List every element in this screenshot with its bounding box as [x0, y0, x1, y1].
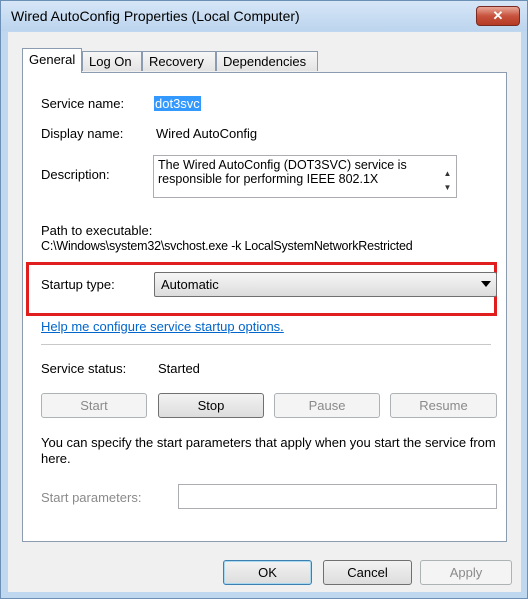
tab-recovery[interactable]: Recovery	[142, 51, 216, 71]
service-name-label: Service name:	[41, 96, 125, 111]
window-title: Wired AutoConfig Properties (Local Compu…	[11, 8, 300, 24]
properties-window: Wired AutoConfig Properties (Local Compu…	[0, 0, 528, 599]
description-field[interactable]: The Wired AutoConfig (DOT3SVC) service i…	[153, 155, 457, 198]
help-startup-link[interactable]: Help me configure service startup option…	[41, 319, 284, 334]
display-name-label: Display name:	[41, 126, 124, 141]
close-icon: ✕	[492, 8, 504, 23]
path-value: C:\Windows\system32\svchost.exe -k Local…	[41, 239, 413, 253]
service-status-label: Service status:	[41, 361, 127, 376]
resume-button[interactable]: Resume	[390, 393, 497, 418]
startup-type-value: Automatic	[161, 277, 219, 292]
title-bar[interactable]: Wired AutoConfig Properties (Local Compu…	[1, 1, 527, 31]
stop-button[interactable]: Stop	[158, 393, 264, 418]
tab-log-on[interactable]: Log On	[82, 51, 142, 71]
service-status-value: Started	[158, 361, 200, 376]
close-button[interactable]: ✕	[476, 6, 520, 26]
apply-button[interactable]: Apply	[420, 560, 512, 585]
separator	[41, 344, 491, 346]
tab-general[interactable]: General	[22, 48, 82, 73]
cancel-button[interactable]: Cancel	[323, 560, 412, 585]
scroll-up-icon[interactable]: ▲	[439, 168, 456, 180]
startup-type-select[interactable]: Automatic	[154, 272, 497, 297]
start-button[interactable]: Start	[41, 393, 147, 418]
chevron-down-icon	[481, 281, 491, 287]
start-params-info: You can specify the start parameters tha…	[41, 435, 496, 466]
startup-type-label: Startup type:	[41, 277, 115, 292]
tab-dependencies[interactable]: Dependencies	[216, 51, 318, 71]
description-label: Description:	[41, 167, 110, 182]
pause-button[interactable]: Pause	[274, 393, 380, 418]
service-name-value[interactable]: dot3svc	[154, 96, 201, 111]
start-params-label: Start parameters:	[41, 490, 142, 505]
display-name-value[interactable]: Wired AutoConfig	[156, 126, 257, 141]
scroll-down-icon[interactable]: ▼	[439, 182, 456, 194]
ok-button[interactable]: OK	[223, 560, 312, 585]
description-scrollbar[interactable]: ▲ ▼	[439, 156, 456, 197]
path-label: Path to executable:	[41, 223, 153, 238]
start-params-input[interactable]	[178, 484, 497, 509]
description-text: The Wired AutoConfig (DOT3SVC) service i…	[158, 158, 407, 186]
